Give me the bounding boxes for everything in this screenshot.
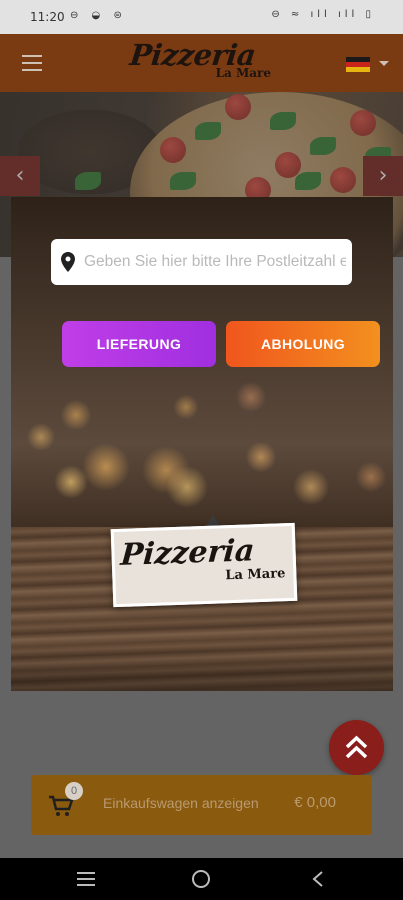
pickup-button[interactable]: ABHOLUNG — [226, 321, 380, 367]
cart-label: Einkaufswagen anzeigen — [103, 795, 259, 811]
scroll-top-button[interactable] — [329, 720, 384, 775]
logo-subtitle: La Mare — [215, 66, 271, 80]
status-time: 11:20 — [30, 10, 65, 24]
hamburger-icon[interactable] — [22, 55, 42, 71]
delivery-mode-modal: LIEFERUNG ABHOLUNG Pizzeria La Mare — [11, 197, 393, 691]
modal-logo-card: Pizzeria La Mare — [110, 522, 298, 608]
app-header: Pizzeria La Mare — [0, 34, 403, 92]
status-bar: 11:20 ⊖ ◒ ⊜ ⊖ ≈ ıll ıll ▯ — [0, 0, 403, 34]
notification-icons: ⊖ ◒ ⊜ — [70, 10, 127, 21]
zip-input-container[interactable] — [51, 239, 352, 285]
modal-logo-subtitle: La Mare — [225, 566, 286, 584]
double-chevron-up-icon — [345, 735, 368, 759]
location-pin-icon — [61, 252, 75, 272]
zip-code-input[interactable] — [84, 239, 346, 285]
system-nav-bar — [0, 858, 403, 900]
view-cart-button[interactable]: 0 Einkaufswagen anzeigen € 0,00 — [31, 775, 372, 835]
chevron-down-icon[interactable] — [379, 61, 389, 66]
pizzeria-logo[interactable]: Pizzeria La Mare — [128, 38, 275, 88]
cart-count-badge: 0 — [65, 782, 83, 800]
home-icon[interactable] — [192, 870, 210, 888]
recent-apps-icon[interactable] — [77, 872, 95, 886]
delivery-button[interactable]: LIEFERUNG — [62, 321, 216, 367]
sign-hook — [206, 515, 220, 526]
system-status-icons: ⊖ ≈ ıll ıll ▯ — [271, 9, 375, 20]
back-icon[interactable] — [312, 871, 324, 887]
cart-total: € 0,00 — [294, 794, 336, 811]
german-flag-icon[interactable] — [346, 57, 370, 72]
